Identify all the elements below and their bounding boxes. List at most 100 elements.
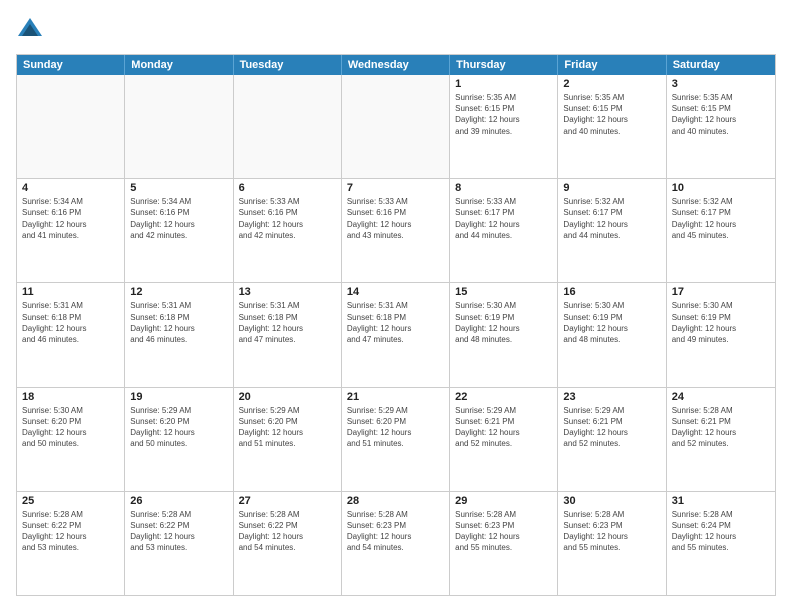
day-number: 26: [130, 495, 227, 507]
header-thursday: Thursday: [450, 55, 558, 75]
header-wednesday: Wednesday: [342, 55, 450, 75]
day-number: 6: [239, 182, 336, 194]
day-info: Sunrise: 5:31 AM Sunset: 6:18 PM Dayligh…: [239, 300, 336, 345]
header-saturday: Saturday: [667, 55, 775, 75]
calendar-header: SundayMondayTuesdayWednesdayThursdayFrid…: [17, 55, 775, 75]
day-cell-27: 27 Sunrise: 5:28 AM Sunset: 6:22 PM Dayli…: [234, 492, 342, 595]
day-number: 8: [455, 182, 552, 194]
day-cell-25: 25 Sunrise: 5:28 AM Sunset: 6:22 PM Dayli…: [17, 492, 125, 595]
day-cell-24: 24Sunrise: 5:28 AM Sunset: 6:21 PM Dayli…: [667, 388, 775, 491]
day-cell-14: 14 Sunrise: 5:31 AM Sunset: 6:18 PM Dayli…: [342, 283, 450, 386]
day-number: 2: [563, 78, 660, 90]
day-cell-4: 4Sunrise: 5:34 AM Sunset: 6:16 PM Daylig…: [17, 179, 125, 282]
day-number: 14: [347, 286, 444, 298]
day-cell-15: 15Sunrise: 5:30 AM Sunset: 6:19 PM Dayli…: [450, 283, 558, 386]
day-cell-13: 13 Sunrise: 5:31 AM Sunset: 6:18 PM Dayli…: [234, 283, 342, 386]
day-info: Sunrise: 5:29 AM Sunset: 6:20 PM Dayligh…: [347, 405, 444, 450]
day-cell-7: 7 Sunrise: 5:33 AM Sunset: 6:16 PM Daylig…: [342, 179, 450, 282]
day-number: 7: [347, 182, 444, 194]
day-info: Sunrise: 5:29 AM Sunset: 6:20 PM Dayligh…: [239, 405, 336, 450]
week-row-5: 25 Sunrise: 5:28 AM Sunset: 6:22 PM Dayli…: [17, 491, 775, 595]
day-info: Sunrise: 5:30 AM Sunset: 6:19 PM Dayligh…: [672, 300, 770, 345]
day-cell-17: 17 Sunrise: 5:30 AM Sunset: 6:19 PM Dayli…: [667, 283, 775, 386]
day-info: Sunrise: 5:28 AM Sunset: 6:23 PM Dayligh…: [563, 509, 660, 554]
day-cell-9: 9Sunrise: 5:32 AM Sunset: 6:17 PM Daylig…: [558, 179, 666, 282]
day-number: 28: [347, 495, 444, 507]
day-number: 3: [672, 78, 770, 90]
day-info: Sunrise: 5:33 AM Sunset: 6:17 PM Dayligh…: [455, 196, 552, 241]
day-cell-10: 10 Sunrise: 5:32 AM Sunset: 6:17 PM Dayli…: [667, 179, 775, 282]
day-number: 4: [22, 182, 119, 194]
day-number: 1: [455, 78, 552, 90]
day-cell-19: 19 Sunrise: 5:29 AM Sunset: 6:20 PM Dayli…: [125, 388, 233, 491]
week-row-1: 1 Sunrise: 5:35 AM Sunset: 6:15 PM Daylig…: [17, 75, 775, 178]
day-info: Sunrise: 5:28 AM Sunset: 6:22 PM Dayligh…: [239, 509, 336, 554]
day-number: 12: [130, 286, 227, 298]
logo: [16, 16, 48, 44]
day-info: Sunrise: 5:31 AM Sunset: 6:18 PM Dayligh…: [347, 300, 444, 345]
day-number: 22: [455, 391, 552, 403]
header-monday: Monday: [125, 55, 233, 75]
day-info: Sunrise: 5:32 AM Sunset: 6:17 PM Dayligh…: [672, 196, 770, 241]
empty-cell: [342, 75, 450, 178]
day-info: Sunrise: 5:30 AM Sunset: 6:20 PM Dayligh…: [22, 405, 119, 450]
week-row-2: 4 Sunrise: 5:34 AM Sunset: 6:16 PM Daylig…: [17, 178, 775, 282]
day-info: Sunrise: 5:33 AM Sunset: 6:16 PM Dayligh…: [347, 196, 444, 241]
day-info: Sunrise: 5:30 AM Sunset: 6:19 PM Dayligh…: [563, 300, 660, 345]
day-info: Sunrise: 5:28 AM Sunset: 6:23 PM Dayligh…: [455, 509, 552, 554]
day-number: 21: [347, 391, 444, 403]
day-number: 5: [130, 182, 227, 194]
day-info: Sunrise: 5:28 AM Sunset: 6:21 PM Dayligh…: [672, 405, 770, 450]
empty-cell: [125, 75, 233, 178]
header-sunday: Sunday: [17, 55, 125, 75]
day-cell-6: 6 Sunrise: 5:33 AM Sunset: 6:16 PM Daylig…: [234, 179, 342, 282]
page-header: [16, 16, 776, 44]
day-info: Sunrise: 5:35 AM Sunset: 6:15 PM Dayligh…: [563, 92, 660, 137]
day-cell-16: 16Sunrise: 5:30 AM Sunset: 6:19 PM Dayli…: [558, 283, 666, 386]
day-cell-18: 18 Sunrise: 5:30 AM Sunset: 6:20 PM Dayli…: [17, 388, 125, 491]
day-number: 13: [239, 286, 336, 298]
day-cell-23: 23 Sunrise: 5:29 AM Sunset: 6:21 PM Dayli…: [558, 388, 666, 491]
day-cell-3: 3 Sunrise: 5:35 AM Sunset: 6:15 PM Daylig…: [667, 75, 775, 178]
day-number: 30: [563, 495, 660, 507]
day-number: 15: [455, 286, 552, 298]
logo-icon: [16, 16, 44, 44]
header-tuesday: Tuesday: [234, 55, 342, 75]
day-info: Sunrise: 5:35 AM Sunset: 6:15 PM Dayligh…: [672, 92, 770, 137]
day-cell-31: 31Sunrise: 5:28 AM Sunset: 6:24 PM Dayli…: [667, 492, 775, 595]
day-info: Sunrise: 5:31 AM Sunset: 6:18 PM Dayligh…: [22, 300, 119, 345]
day-number: 18: [22, 391, 119, 403]
week-row-4: 18 Sunrise: 5:30 AM Sunset: 6:20 PM Dayli…: [17, 387, 775, 491]
day-cell-2: 2 Sunrise: 5:35 AM Sunset: 6:15 PM Daylig…: [558, 75, 666, 178]
day-info: Sunrise: 5:31 AM Sunset: 6:18 PM Dayligh…: [130, 300, 227, 345]
day-info: Sunrise: 5:29 AM Sunset: 6:21 PM Dayligh…: [455, 405, 552, 450]
day-info: Sunrise: 5:35 AM Sunset: 6:15 PM Dayligh…: [455, 92, 552, 137]
day-cell-8: 8 Sunrise: 5:33 AM Sunset: 6:17 PM Daylig…: [450, 179, 558, 282]
day-number: 25: [22, 495, 119, 507]
day-number: 10: [672, 182, 770, 194]
day-cell-30: 30 Sunrise: 5:28 AM Sunset: 6:23 PM Dayli…: [558, 492, 666, 595]
day-info: Sunrise: 5:29 AM Sunset: 6:21 PM Dayligh…: [563, 405, 660, 450]
calendar-body: 1 Sunrise: 5:35 AM Sunset: 6:15 PM Daylig…: [17, 75, 775, 595]
week-row-3: 11Sunrise: 5:31 AM Sunset: 6:18 PM Dayli…: [17, 282, 775, 386]
day-info: Sunrise: 5:32 AM Sunset: 6:17 PM Dayligh…: [563, 196, 660, 241]
day-number: 29: [455, 495, 552, 507]
day-cell-29: 29 Sunrise: 5:28 AM Sunset: 6:23 PM Dayli…: [450, 492, 558, 595]
day-number: 31: [672, 495, 770, 507]
day-cell-11: 11Sunrise: 5:31 AM Sunset: 6:18 PM Dayli…: [17, 283, 125, 386]
day-cell-5: 5 Sunrise: 5:34 AM Sunset: 6:16 PM Daylig…: [125, 179, 233, 282]
day-number: 19: [130, 391, 227, 403]
day-info: Sunrise: 5:28 AM Sunset: 6:22 PM Dayligh…: [22, 509, 119, 554]
empty-cell: [17, 75, 125, 178]
day-number: 23: [563, 391, 660, 403]
day-cell-20: 20Sunrise: 5:29 AM Sunset: 6:20 PM Dayli…: [234, 388, 342, 491]
calendar: SundayMondayTuesdayWednesdayThursdayFrid…: [16, 54, 776, 596]
day-cell-26: 26Sunrise: 5:28 AM Sunset: 6:22 PM Dayli…: [125, 492, 233, 595]
day-number: 17: [672, 286, 770, 298]
day-info: Sunrise: 5:29 AM Sunset: 6:20 PM Dayligh…: [130, 405, 227, 450]
day-cell-12: 12 Sunrise: 5:31 AM Sunset: 6:18 PM Dayli…: [125, 283, 233, 386]
day-info: Sunrise: 5:34 AM Sunset: 6:16 PM Dayligh…: [130, 196, 227, 241]
day-number: 27: [239, 495, 336, 507]
day-info: Sunrise: 5:33 AM Sunset: 6:16 PM Dayligh…: [239, 196, 336, 241]
day-cell-28: 28Sunrise: 5:28 AM Sunset: 6:23 PM Dayli…: [342, 492, 450, 595]
